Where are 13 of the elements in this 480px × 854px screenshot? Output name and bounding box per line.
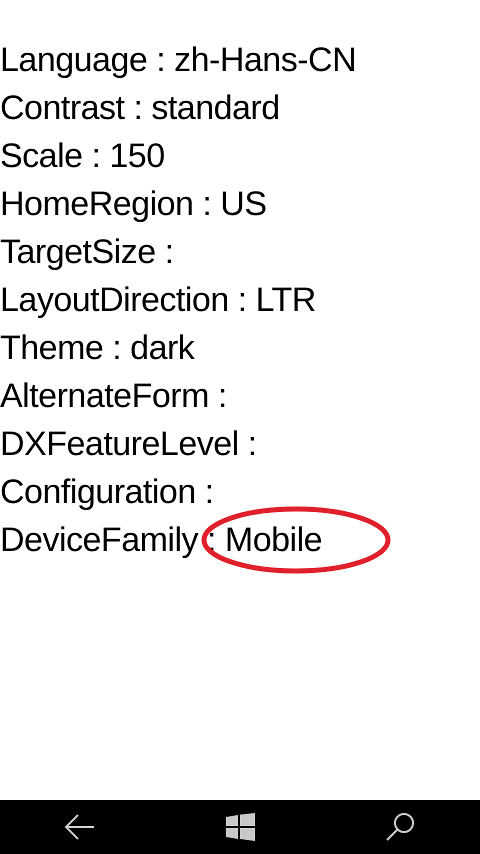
info-line: Theme : dark [0, 329, 194, 367]
info-line: Configuration : [0, 473, 214, 511]
back-icon[interactable] [64, 813, 96, 841]
info-line: AlternateForm : [0, 377, 227, 415]
info-line: LayoutDirection : LTR [0, 281, 316, 319]
info-line: HomeRegion : US [0, 185, 267, 223]
info-line: DXFeatureLevel : [0, 425, 257, 463]
info-line: Scale : 150 [0, 137, 165, 175]
info-line: Contrast : standard [0, 89, 280, 127]
info-line: Language : zh-Hans-CN [0, 41, 356, 79]
windows-logo-icon[interactable] [226, 813, 254, 841]
info-line: TargetSize : [0, 233, 174, 271]
search-icon[interactable] [385, 812, 415, 842]
